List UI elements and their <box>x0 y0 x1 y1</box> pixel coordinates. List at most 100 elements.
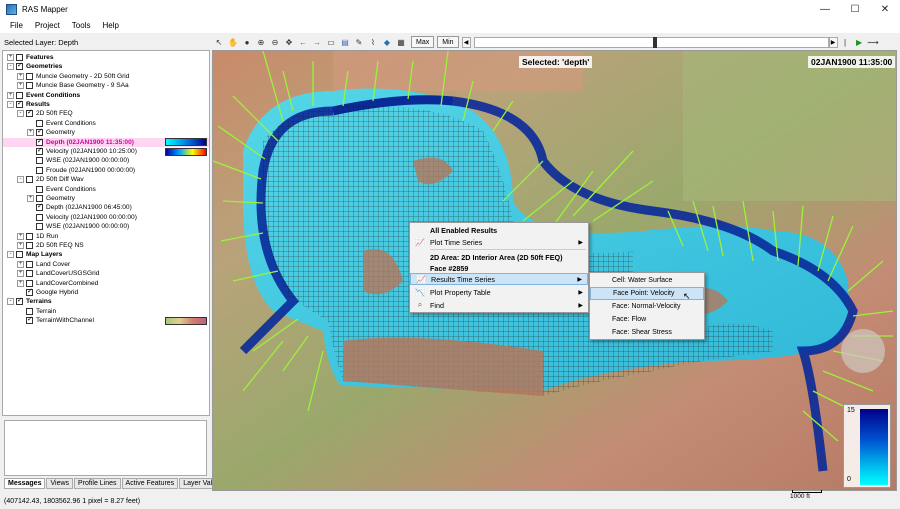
expand-toggle-icon[interactable]: + <box>27 129 34 137</box>
ctx-plot-time-series[interactable]: 📈 Plot Time Series ▶ <box>410 236 588 248</box>
layer-checkbox[interactable] <box>26 260 33 268</box>
layer-checkbox[interactable] <box>16 63 23 71</box>
layer-checkbox[interactable] <box>36 223 43 231</box>
back-arrow-icon[interactable]: ← <box>298 37 309 48</box>
menu-file[interactable]: File <box>0 21 29 30</box>
layer-checkbox[interactable] <box>26 317 33 325</box>
full-extent-icon[interactable]: ✥ <box>284 37 295 48</box>
tree-item[interactable]: Google Hybrid <box>3 288 209 297</box>
time-slider-left-arrow[interactable]: ◀ <box>461 36 471 48</box>
map-layers-icon[interactable]: ◆ <box>382 37 393 48</box>
tree-item[interactable]: WSE (02JAN1900 00:00:00) <box>3 156 209 165</box>
expand-toggle-icon[interactable]: - <box>7 251 14 259</box>
menu-help[interactable]: Help <box>96 21 124 30</box>
profile-icon[interactable]: ⌇ <box>368 37 379 48</box>
tree-item[interactable]: Event Conditions <box>3 185 209 194</box>
layer-checkbox[interactable] <box>26 242 33 250</box>
tab-active-features[interactable]: Active Features <box>121 478 179 489</box>
tab-views[interactable]: Views <box>46 478 74 489</box>
table-icon[interactable]: ▦ <box>396 37 407 48</box>
layer-checkbox[interactable] <box>36 166 43 174</box>
expand-toggle-icon[interactable]: + <box>17 279 24 287</box>
expand-toggle-icon[interactable]: - <box>7 63 14 71</box>
expand-toggle-icon[interactable]: + <box>17 82 24 90</box>
tree-item[interactable]: + LandCoverCombined <box>3 279 209 288</box>
layer-checkbox[interactable] <box>16 91 23 99</box>
measure-icon[interactable]: ▭ <box>326 37 337 48</box>
expand-toggle-icon[interactable]: - <box>17 110 24 118</box>
tab-messages[interactable]: Messages <box>4 478 46 489</box>
layer-checkbox[interactable] <box>26 232 33 240</box>
tree-item[interactable]: + Muncie Base Geometry - 9 SAa <box>3 81 209 90</box>
time-slider-thumb[interactable] <box>652 36 657 48</box>
tree-item[interactable]: + Muncie Geometry - 2D 50ft Grid <box>3 72 209 81</box>
time-slider-right-arrow[interactable]: ▶ <box>828 36 838 48</box>
tree-item[interactable]: + LandCoverUSGSGrid <box>3 269 209 278</box>
expand-toggle-icon[interactable]: + <box>7 54 14 62</box>
time-slider[interactable] <box>473 36 829 48</box>
expand-toggle-icon[interactable]: - <box>7 298 14 306</box>
layer-checkbox[interactable] <box>26 279 33 287</box>
layer-checkbox[interactable] <box>26 72 33 80</box>
identify-icon[interactable]: ✎ <box>354 37 365 48</box>
layer-checkbox[interactable] <box>26 270 33 278</box>
menu-project[interactable]: Project <box>29 21 66 30</box>
sub-face-shear-stress[interactable]: Face: Shear Stress <box>590 326 704 339</box>
tree-item[interactable]: - 2D 50ft Diff Wav <box>3 175 209 184</box>
layer-checkbox[interactable] <box>26 82 33 90</box>
expand-toggle-icon[interactable]: + <box>17 232 24 240</box>
layer-checkbox[interactable] <box>26 289 33 297</box>
expand-toggle-icon[interactable]: - <box>17 176 24 184</box>
zoom-in-icon[interactable]: ⊕ <box>256 37 267 48</box>
settings-icon[interactable]: ⟿ <box>867 37 878 48</box>
layer-checkbox[interactable] <box>16 251 23 259</box>
maximize-button[interactable]: ☐ <box>840 0 870 18</box>
expand-toggle-icon[interactable]: + <box>17 270 24 278</box>
layer-checkbox[interactable] <box>36 204 43 212</box>
layer-checkbox[interactable] <box>16 298 23 306</box>
expand-toggle-icon[interactable]: + <box>17 72 24 80</box>
layer-checkbox[interactable] <box>16 54 23 62</box>
ctx-results-time-series[interactable]: 📈 Results Time Series ▶ <box>410 273 588 285</box>
menu-tools[interactable]: Tools <box>66 21 97 30</box>
layer-checkbox[interactable] <box>36 138 43 146</box>
close-button[interactable]: ✕ <box>870 0 900 18</box>
zoom-out-icon[interactable]: ⊖ <box>270 37 281 48</box>
tree-item[interactable]: + Geometry <box>3 128 209 137</box>
tree-item[interactable]: Event Conditions <box>3 119 209 128</box>
expand-toggle-icon[interactable]: + <box>27 195 34 203</box>
tree-item[interactable]: Depth (02JAN1900 06:45:00) <box>3 203 209 212</box>
tree-item[interactable]: - Geometries <box>3 62 209 71</box>
tree-item[interactable]: - Results <box>3 100 209 109</box>
tree-item[interactable]: Terrain <box>3 307 209 316</box>
tree-item[interactable]: Velocity (02JAN1900 00:00:00) <box>3 213 209 222</box>
layer-checkbox[interactable] <box>36 213 43 221</box>
expand-toggle-icon[interactable]: - <box>7 101 14 109</box>
ctx-plot-property-table[interactable]: 📉 Plot Property Table ▶ <box>410 286 588 298</box>
layer-checkbox[interactable] <box>36 129 43 137</box>
layer-checkbox[interactable] <box>16 101 23 109</box>
tree-item[interactable]: + Event Conditions <box>3 91 209 100</box>
tree-item[interactable]: +1D Run <box>3 232 209 241</box>
tree-item[interactable]: + Geometry <box>3 194 209 203</box>
tree-item[interactable]: - Map Layers <box>3 250 209 259</box>
globe-icon[interactable]: ● <box>242 37 253 48</box>
minimize-button[interactable]: — <box>810 0 840 18</box>
pan-hand-icon[interactable]: ✋ <box>228 37 239 48</box>
layer-icon[interactable]: ▤ <box>340 37 351 48</box>
expand-toggle-icon[interactable]: + <box>17 260 24 268</box>
layer-checkbox[interactable] <box>26 176 33 184</box>
tree-item[interactable]: WSE (02JAN1900 00:00:00) <box>3 222 209 231</box>
layer-checkbox[interactable] <box>36 185 43 193</box>
forward-arrow-icon[interactable]: → <box>312 37 323 48</box>
tree-item[interactable]: Froude (02JAN1900 00:00:00) <box>3 166 209 175</box>
sub-face-flow[interactable]: Face: Flow <box>590 313 704 326</box>
step-forward-icon[interactable]: | <box>840 37 851 48</box>
tab-profile-lines[interactable]: Profile Lines <box>74 478 121 489</box>
expand-toggle-icon[interactable]: + <box>17 242 24 250</box>
tree-item[interactable]: + Land Cover <box>3 260 209 269</box>
layer-checkbox[interactable] <box>36 148 43 156</box>
ctx-find[interactable]: ⌕ Find ▶ <box>410 299 588 311</box>
sub-cell-water-surface[interactable]: Cell: Water Surface <box>590 274 704 287</box>
layer-checkbox[interactable] <box>36 119 43 127</box>
